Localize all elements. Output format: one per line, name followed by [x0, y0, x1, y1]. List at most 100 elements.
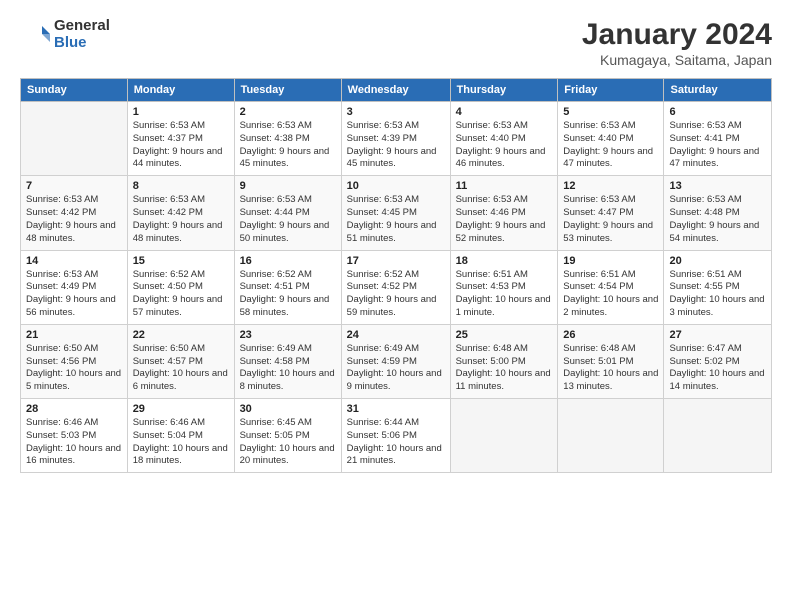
calendar-body: 1 Sunrise: 6:53 AM Sunset: 4:37 PM Daylig… — [21, 102, 772, 473]
cell-info: Sunrise: 6:53 AM Sunset: 4:37 PM Dayligh… — [133, 120, 229, 171]
calendar-cell: 12 Sunrise: 6:53 AM Sunset: 4:47 PM Dayli… — [558, 176, 664, 250]
cell-day-number: 25 — [456, 329, 553, 341]
calendar-cell: 15Sunrise: 6:52 AM Sunset: 4:50 PM Dayli… — [127, 250, 234, 324]
location: Kumagaya, Saitama, Japan — [582, 52, 772, 68]
cell-info: Sunrise: 6:53 AM Sunset: 4:41 PM Dayligh… — [669, 120, 766, 171]
cell-info: Sunrise: 6:52 AM Sunset: 4:51 PM Dayligh… — [240, 269, 336, 320]
calendar-cell: 3 Sunrise: 6:53 AM Sunset: 4:39 PM Daylig… — [341, 102, 450, 176]
day-header-wednesday: Wednesday — [341, 79, 450, 102]
calendar-cell: 8 Sunrise: 6:53 AM Sunset: 4:42 PM Daylig… — [127, 176, 234, 250]
cell-info: Sunrise: 6:50 AM Sunset: 4:57 PM Dayligh… — [133, 343, 229, 394]
cell-info: Sunrise: 6:53 AM Sunset: 4:49 PM Dayligh… — [26, 269, 122, 320]
cell-day-number: 16 — [240, 255, 336, 267]
calendar-cell: 6 Sunrise: 6:53 AM Sunset: 4:41 PM Daylig… — [664, 102, 772, 176]
cell-day-number: 9 — [240, 180, 336, 192]
cell-info: Sunrise: 6:53 AM Sunset: 4:42 PM Dayligh… — [133, 194, 229, 245]
week-row-3: 14 Sunrise: 6:53 AM Sunset: 4:49 PM Dayli… — [21, 250, 772, 324]
cell-day-number: 30 — [240, 403, 336, 415]
cell-info: Sunrise: 6:44 AM Sunset: 5:06 PM Dayligh… — [347, 417, 445, 468]
day-header-thursday: Thursday — [450, 79, 558, 102]
cell-day-number: 28 — [26, 403, 122, 415]
calendar-cell: 2 Sunrise: 6:53 AM Sunset: 4:38 PM Daylig… — [234, 102, 341, 176]
week-row-2: 7 Sunrise: 6:53 AM Sunset: 4:42 PM Daylig… — [21, 176, 772, 250]
calendar-cell — [21, 102, 128, 176]
day-header-monday: Monday — [127, 79, 234, 102]
cell-day-number: 23 — [240, 329, 336, 341]
cell-info: Sunrise: 6:53 AM Sunset: 4:38 PM Dayligh… — [240, 120, 336, 171]
cell-day-number: 3 — [347, 106, 445, 118]
cell-day-number: 31 — [347, 403, 445, 415]
cell-day-number: 29 — [133, 403, 229, 415]
calendar-cell: 27Sunrise: 6:47 AM Sunset: 5:02 PM Dayli… — [664, 324, 772, 398]
cell-day-number: 4 — [456, 106, 553, 118]
calendar-cell: 26 Sunrise: 6:48 AM Sunset: 5:01 PM Dayli… — [558, 324, 664, 398]
cell-info: Sunrise: 6:47 AM Sunset: 5:02 PM Dayligh… — [669, 343, 766, 394]
cell-info: Sunrise: 6:49 AM Sunset: 4:58 PM Dayligh… — [240, 343, 336, 394]
cell-day-number: 5 — [563, 106, 658, 118]
cell-info: Sunrise: 6:50 AM Sunset: 4:56 PM Dayligh… — [26, 343, 122, 394]
week-row-4: 21Sunrise: 6:50 AM Sunset: 4:56 PM Dayli… — [21, 324, 772, 398]
cell-day-number: 10 — [347, 180, 445, 192]
cell-day-number: 26 — [563, 329, 658, 341]
cell-info: Sunrise: 6:53 AM Sunset: 4:42 PM Dayligh… — [26, 194, 122, 245]
logo-icon — [20, 20, 50, 50]
cell-day-number: 14 — [26, 255, 122, 267]
title-block: January 2024 Kumagaya, Saitama, Japan — [582, 18, 772, 68]
page: General Blue January 2024 Kumagaya, Sait… — [0, 0, 792, 612]
logo-general-text: General — [54, 18, 110, 35]
cell-day-number: 2 — [240, 106, 336, 118]
cell-info: Sunrise: 6:46 AM Sunset: 5:04 PM Dayligh… — [133, 417, 229, 468]
header: General Blue January 2024 Kumagaya, Sait… — [20, 18, 772, 68]
calendar-cell: 31 Sunrise: 6:44 AM Sunset: 5:06 PM Dayli… — [341, 399, 450, 473]
calendar-cell: 14 Sunrise: 6:53 AM Sunset: 4:49 PM Dayli… — [21, 250, 128, 324]
cell-info: Sunrise: 6:52 AM Sunset: 4:50 PM Dayligh… — [133, 269, 229, 320]
calendar-cell: 11 Sunrise: 6:53 AM Sunset: 4:46 PM Dayli… — [450, 176, 558, 250]
cell-info: Sunrise: 6:53 AM Sunset: 4:40 PM Dayligh… — [456, 120, 553, 171]
cell-day-number: 22 — [133, 329, 229, 341]
cell-info: Sunrise: 6:53 AM Sunset: 4:46 PM Dayligh… — [456, 194, 553, 245]
cell-info: Sunrise: 6:48 AM Sunset: 5:00 PM Dayligh… — [456, 343, 553, 394]
calendar-cell: 4 Sunrise: 6:53 AM Sunset: 4:40 PM Daylig… — [450, 102, 558, 176]
cell-day-number: 8 — [133, 180, 229, 192]
cell-info: Sunrise: 6:52 AM Sunset: 4:52 PM Dayligh… — [347, 269, 445, 320]
cell-day-number: 24 — [347, 329, 445, 341]
header-row: SundayMondayTuesdayWednesdayThursdayFrid… — [21, 79, 772, 102]
calendar-cell: 5 Sunrise: 6:53 AM Sunset: 4:40 PM Daylig… — [558, 102, 664, 176]
cell-info: Sunrise: 6:53 AM Sunset: 4:39 PM Dayligh… — [347, 120, 445, 171]
calendar-header: SundayMondayTuesdayWednesdayThursdayFrid… — [21, 79, 772, 102]
calendar-cell: 1 Sunrise: 6:53 AM Sunset: 4:37 PM Daylig… — [127, 102, 234, 176]
calendar-cell: 22 Sunrise: 6:50 AM Sunset: 4:57 PM Dayli… — [127, 324, 234, 398]
cell-day-number: 12 — [563, 180, 658, 192]
calendar-cell — [450, 399, 558, 473]
cell-day-number: 1 — [133, 106, 229, 118]
day-header-friday: Friday — [558, 79, 664, 102]
calendar-cell: 10 Sunrise: 6:53 AM Sunset: 4:45 PM Dayli… — [341, 176, 450, 250]
cell-info: Sunrise: 6:46 AM Sunset: 5:03 PM Dayligh… — [26, 417, 122, 468]
cell-day-number: 6 — [669, 106, 766, 118]
day-header-tuesday: Tuesday — [234, 79, 341, 102]
cell-info: Sunrise: 6:48 AM Sunset: 5:01 PM Dayligh… — [563, 343, 658, 394]
cell-info: Sunrise: 6:53 AM Sunset: 4:44 PM Dayligh… — [240, 194, 336, 245]
cell-day-number: 13 — [669, 180, 766, 192]
cell-day-number: 11 — [456, 180, 553, 192]
calendar-cell: 30 Sunrise: 6:45 AM Sunset: 5:05 PM Dayli… — [234, 399, 341, 473]
cell-info: Sunrise: 6:51 AM Sunset: 4:53 PM Dayligh… — [456, 269, 553, 320]
logo-text: General Blue — [54, 18, 110, 51]
calendar-cell: 28 Sunrise: 6:46 AM Sunset: 5:03 PM Dayli… — [21, 399, 128, 473]
day-header-sunday: Sunday — [21, 79, 128, 102]
cell-day-number: 19 — [563, 255, 658, 267]
calendar-cell: 19Sunrise: 6:51 AM Sunset: 4:54 PM Dayli… — [558, 250, 664, 324]
calendar-cell: 29 Sunrise: 6:46 AM Sunset: 5:04 PM Dayli… — [127, 399, 234, 473]
cell-info: Sunrise: 6:53 AM Sunset: 4:40 PM Dayligh… — [563, 120, 658, 171]
cell-day-number: 20 — [669, 255, 766, 267]
week-row-5: 28 Sunrise: 6:46 AM Sunset: 5:03 PM Dayli… — [21, 399, 772, 473]
calendar-cell: 16 Sunrise: 6:52 AM Sunset: 4:51 PM Dayli… — [234, 250, 341, 324]
cell-info: Sunrise: 6:45 AM Sunset: 5:05 PM Dayligh… — [240, 417, 336, 468]
cell-day-number: 7 — [26, 180, 122, 192]
cell-info: Sunrise: 6:53 AM Sunset: 4:45 PM Dayligh… — [347, 194, 445, 245]
month-title: January 2024 — [582, 18, 772, 52]
cell-info: Sunrise: 6:53 AM Sunset: 4:47 PM Dayligh… — [563, 194, 658, 245]
calendar-cell: 9 Sunrise: 6:53 AM Sunset: 4:44 PM Daylig… — [234, 176, 341, 250]
calendar-table: SundayMondayTuesdayWednesdayThursdayFrid… — [20, 78, 772, 473]
calendar-cell: 17Sunrise: 6:52 AM Sunset: 4:52 PM Dayli… — [341, 250, 450, 324]
